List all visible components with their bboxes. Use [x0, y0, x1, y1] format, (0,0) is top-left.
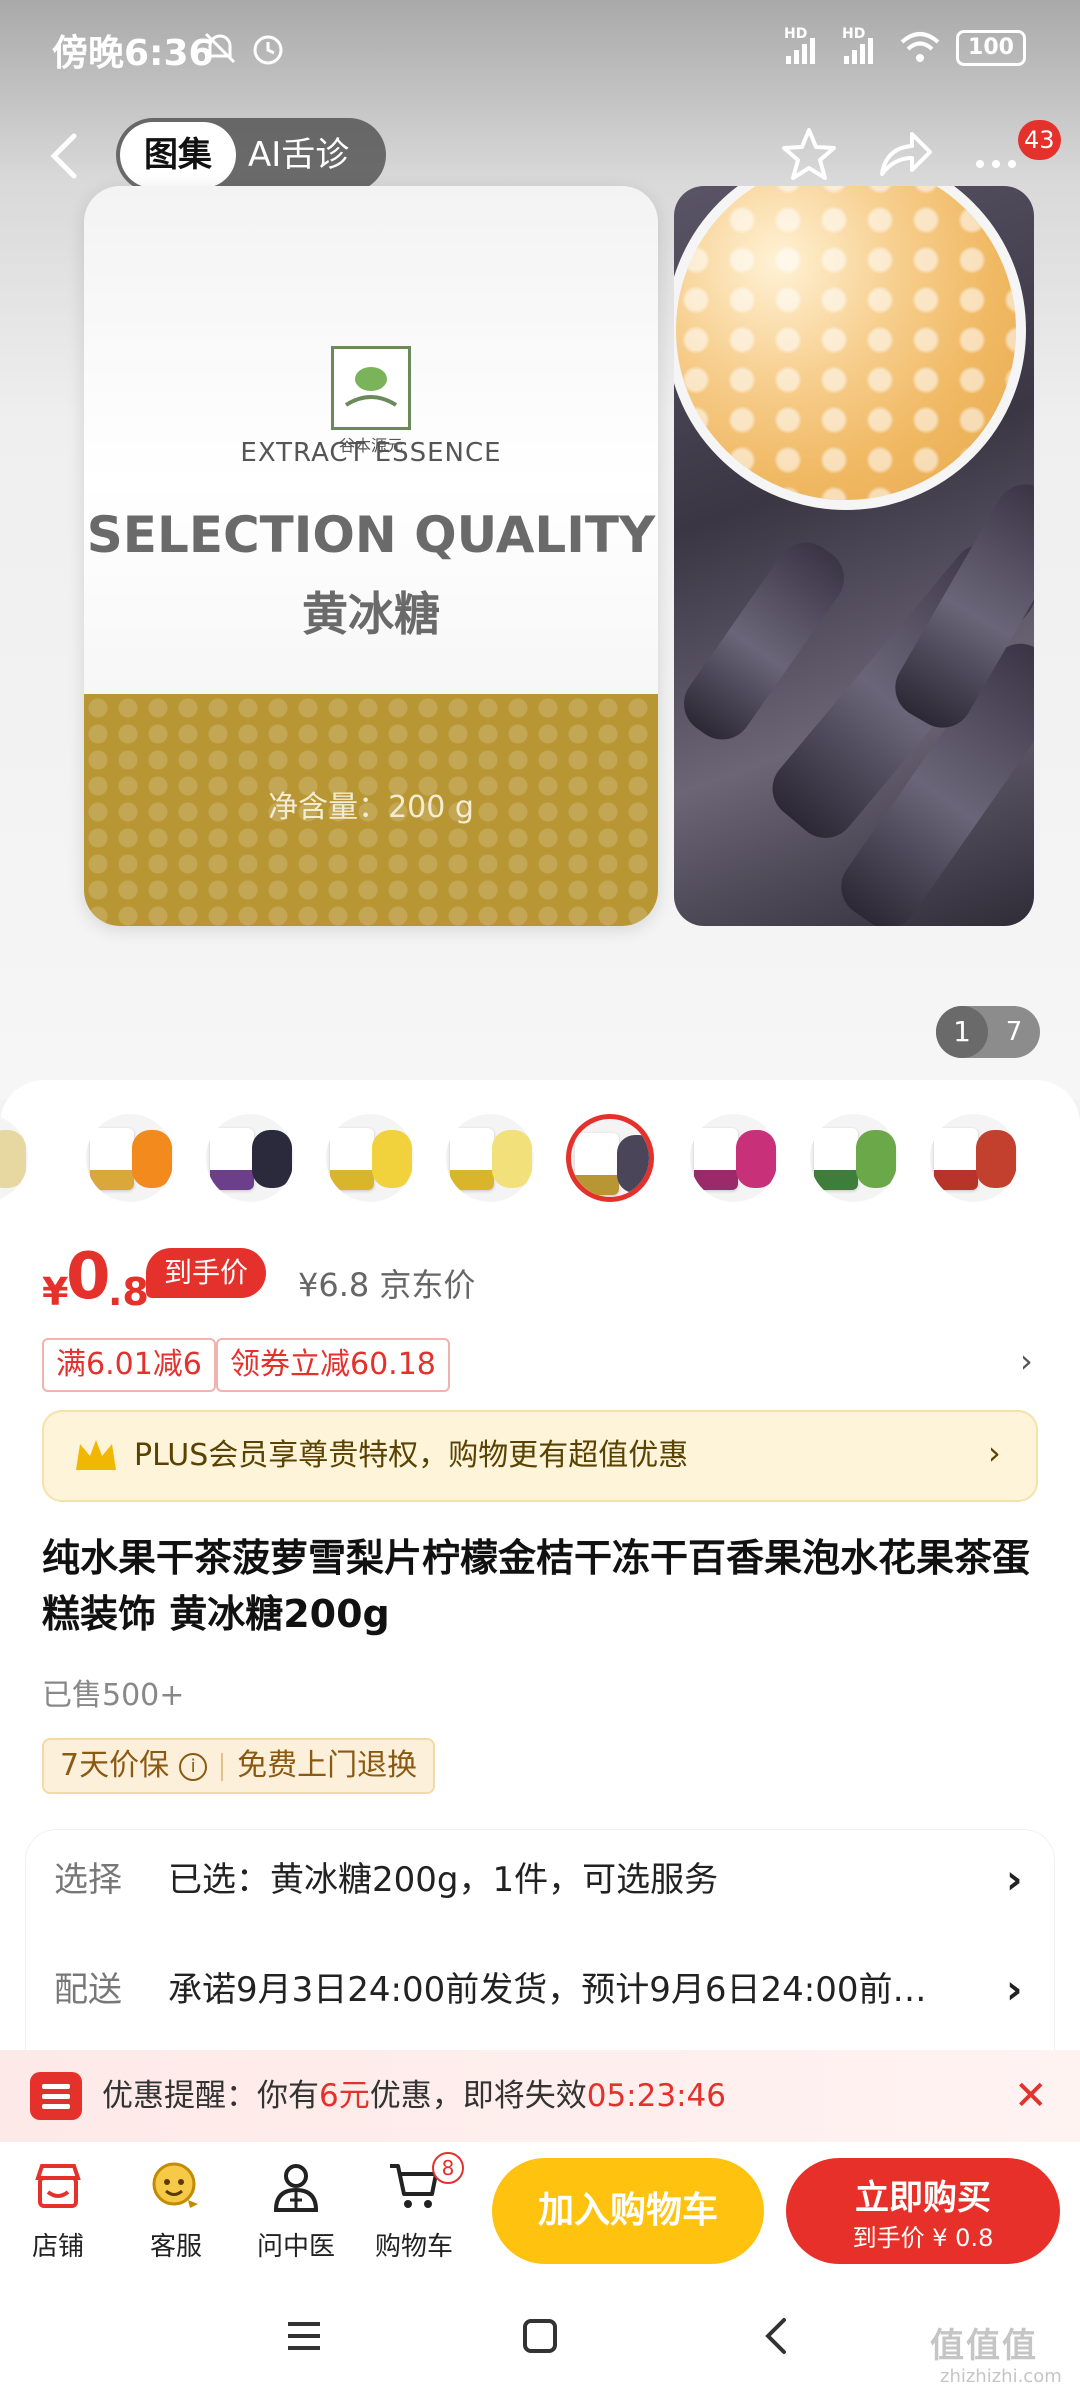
reminder-countdown: 05:23:46: [586, 2078, 726, 2114]
buy-now-label: 立即购买: [855, 2178, 991, 2218]
coupon-chevron-icon[interactable]: ›: [1020, 1342, 1033, 1380]
pouch-subtitle: EXTRACT ESSENCE: [240, 438, 502, 468]
customer-service-label: 客服: [149, 2232, 202, 2262]
price-protection-label: 7天价保: [60, 1748, 170, 1783]
variant-thumbnail[interactable]: [206, 1114, 294, 1202]
tab-gallery[interactable]: 图集: [120, 122, 236, 188]
pouch-headline: SELECTION QUALITY: [86, 506, 656, 564]
pouch-product-name: 黄冰糖: [302, 587, 440, 641]
cart-count-badge: 8: [432, 2152, 464, 2184]
delivery-option-row[interactable]: 配送 承诺9月3日24:00前发货，预计9月6日24:00前… ›: [26, 1940, 1054, 2040]
bell-muted-icon: [204, 32, 236, 64]
delivery-label: 配送: [54, 1970, 122, 2010]
doctor-icon: [273, 2164, 319, 2212]
reminder-amount: 6元: [319, 2078, 370, 2114]
price-decimal: .8: [108, 1270, 149, 1314]
close-icon[interactable]: ✕: [1014, 2050, 1048, 2142]
sold-count: 已售500+: [42, 1678, 185, 1713]
store-label: 店铺: [31, 2232, 84, 2262]
jd-reference-price: ¥6.8 京东价: [298, 1266, 476, 1304]
alarm-icon: [253, 35, 283, 65]
plus-banner-text: PLUS会员享尊贵特权，购物更有超值优惠: [134, 1438, 689, 1473]
back-arrow-icon[interactable]: [40, 128, 90, 184]
notification-badge: 43: [1018, 120, 1061, 160]
favorite-star-icon[interactable]: [778, 124, 840, 186]
battery-icon: 100: [956, 30, 1026, 66]
rock-sugar-closeup: [674, 186, 1026, 510]
variant-thumbnail[interactable]: [446, 1114, 534, 1202]
sugarcane-photo: [674, 186, 1034, 926]
image-pager: 1 7: [936, 1006, 1040, 1058]
status-bar: 傍晚6:36 HD HD 100: [0, 0, 1080, 100]
select-label: 选择: [54, 1860, 122, 1900]
select-option-row[interactable]: 选择 已选：黄冰糖200g，1件，可选服务 ›: [26, 1830, 1054, 1930]
watermark-logo: 值值值: [930, 2326, 1038, 2366]
back-nav-icon[interactable]: [756, 2316, 796, 2356]
ask-tcm-doctor-button[interactable]: 问中医: [246, 2158, 346, 2278]
customer-service-button[interactable]: 客服: [126, 2158, 226, 2278]
signal-icon: [786, 38, 815, 64]
signal-icon-2: [844, 38, 873, 64]
price-currency: ¥: [42, 1270, 69, 1314]
price-row: ¥ 0 .8 到手价 ¥6.8 京东价: [42, 1240, 1042, 1330]
ask-doctor-label: 问中医: [256, 2232, 335, 2262]
coupon-tag[interactable]: 领券立减60.18: [216, 1338, 450, 1392]
variant-thumbnail[interactable]: [326, 1114, 414, 1202]
cart-button[interactable]: 8 购物车: [364, 2152, 464, 2278]
add-to-cart-button[interactable]: 加入购物车: [492, 2158, 764, 2264]
product-page: 傍晚6:36 HD HD 100 图集 AI舌诊 43 谷本源元 EXTRACT…: [0, 0, 1080, 2400]
coupon-list-icon: [30, 2072, 82, 2120]
plus-chevron-icon: ›: [988, 1434, 1001, 1472]
chevron-right-icon: ›: [1006, 1857, 1023, 1903]
pager-total: 7: [1005, 1017, 1023, 1047]
wifi-icon: [900, 32, 940, 62]
delivery-value: 承诺9月3日24:00前发货，预计9月6日24:00前…: [168, 1970, 927, 2010]
final-price-tag: 到手价: [146, 1248, 267, 1298]
select-value: 已选：黄冰糖200g，1件，可选服务: [168, 1860, 719, 1900]
chevron-right-icon: ›: [1006, 1967, 1023, 2013]
service-guarantee[interactable]: 7天价保 i 免费上门退换: [42, 1738, 436, 1794]
product-gallery[interactable]: 傍晚6:36 HD HD 100 图集 AI舌诊 43 谷本源元 EXTRACT…: [0, 0, 1080, 1100]
product-image-pouch: 谷本源元 EXTRACT ESSENCE SELECTION QUALITY 黄…: [84, 186, 658, 926]
crown-icon: [76, 1440, 116, 1470]
share-icon[interactable]: [874, 124, 936, 186]
reminder-text: 优惠提醒：你有6元优惠，即将失效05:23:46: [102, 2078, 726, 2114]
coupon-tag[interactable]: 满6.01减6: [42, 1338, 216, 1392]
bottom-action-bar: 店铺 客服 问中医 8 购物车 加入购物车 立即购买 到手价 ¥ 0.8: [0, 2142, 1080, 2282]
variant-thumbnail[interactable]: [930, 1114, 1018, 1202]
store-icon: [35, 2164, 81, 2208]
plus-membership-banner[interactable]: PLUS会员享尊贵特权，购物更有超值优惠 ›: [42, 1410, 1038, 1502]
gallery-mode-switch: 图集 AI舌诊: [116, 118, 386, 192]
free-return-label: 免费上门退换: [237, 1748, 418, 1783]
pouch-net-weight: 净含量：200 g: [268, 790, 474, 825]
buy-now-price: 到手价 ¥ 0.8: [852, 2224, 994, 2252]
pager-current: 1: [936, 1006, 988, 1058]
system-navigation-bar: [0, 2282, 1080, 2400]
cart-label: 购物车: [374, 2232, 453, 2262]
home-icon[interactable]: [520, 2316, 560, 2356]
variant-thumbnail-strip[interactable]: [0, 1100, 1080, 1220]
status-time: 傍晚6:36: [52, 33, 214, 74]
info-icon[interactable]: i: [179, 1752, 208, 1781]
variant-thumbnail[interactable]: [690, 1114, 778, 1202]
buy-now-button[interactable]: 立即购买 到手价 ¥ 0.8: [786, 2158, 1060, 2264]
watermark-url: zhizhizhi.com: [940, 2366, 1062, 2387]
store-button[interactable]: 店铺: [8, 2158, 108, 2278]
customer-service-icon: [152, 2162, 198, 2208]
product-info-card: ¥ 0 .8 到手价 ¥6.8 京东价 满6.01减6 领券立减60.18 › …: [0, 1080, 1080, 2130]
variant-thumbnail[interactable]: [86, 1114, 174, 1202]
tab-ai-tongue-diagnosis[interactable]: AI舌诊: [248, 118, 349, 192]
price-integer: 0: [66, 1240, 111, 1314]
discount-reminder-bar[interactable]: 优惠提醒：你有6元优惠，即将失效05:23:46 ✕: [0, 2050, 1080, 2142]
recent-apps-icon[interactable]: [284, 2316, 324, 2356]
variant-thumbnail-selected[interactable]: [566, 1114, 654, 1202]
variant-thumbnail[interactable]: [0, 1114, 28, 1202]
brand-logo: [331, 346, 411, 430]
product-title: 纯水果干茶菠萝雪梨片柠檬金桔干冻干百香果泡水花果茶蛋糕装饰 黄冰糖200g: [42, 1536, 1031, 1636]
variant-thumbnail[interactable]: [810, 1114, 898, 1202]
